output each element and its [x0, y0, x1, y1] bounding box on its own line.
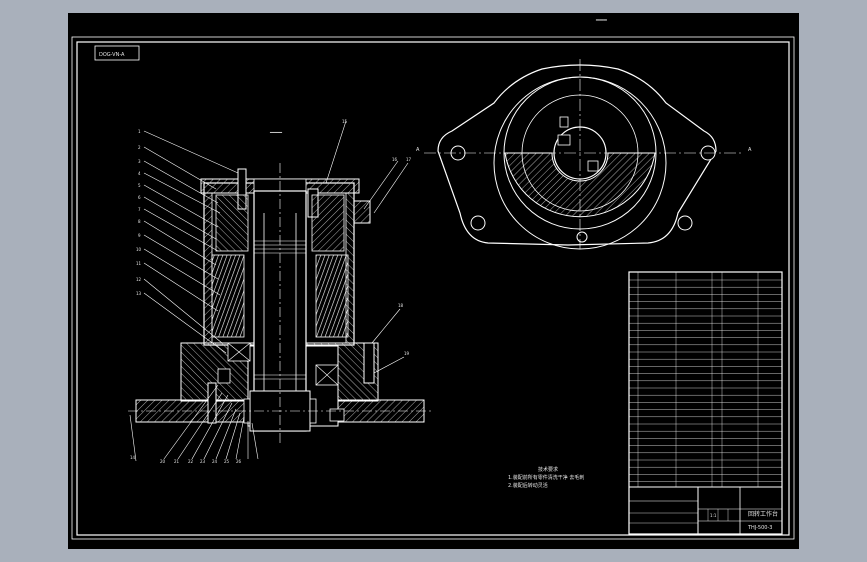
- part-number: 16: [392, 157, 398, 162]
- part-number: 21: [174, 459, 180, 464]
- sheet-outer-frame: [71, 36, 795, 540]
- plan-view: A A: [416, 59, 752, 250]
- part-number: 1: [138, 129, 141, 134]
- part-number: 20: [160, 459, 166, 464]
- part-number: 23: [200, 459, 206, 464]
- part-number: 7: [138, 207, 141, 212]
- title-block: [628, 271, 783, 535]
- part-number: 25: [224, 459, 230, 464]
- part-number: 19: [404, 351, 410, 356]
- scale-mark: ━━━━: [269, 130, 283, 136]
- code-box-text: DOG-VN-A: [99, 52, 125, 58]
- part-number: 9: [138, 233, 141, 238]
- spring-right: [315, 254, 349, 338]
- part-number: 10: [136, 247, 142, 252]
- part-number: 3: [138, 159, 141, 164]
- part-number: 2: [138, 145, 141, 150]
- sleeve-right: [311, 194, 345, 252]
- sleeve-left: [215, 194, 249, 252]
- plan-hole-br: [677, 215, 693, 231]
- part-number: 18: [398, 303, 404, 308]
- part-number: 15: [342, 119, 348, 124]
- scale-value: 1:1: [710, 513, 717, 518]
- section-mark-left: A: [416, 147, 420, 153]
- notes-heading: 技术要求: [538, 466, 558, 473]
- notes-line2: 2.装配后转动灵活: [508, 482, 548, 489]
- part-number: 22: [188, 459, 194, 464]
- top-right-marker: ━━━: [595, 17, 607, 24]
- assembly-drawing: DOG-VN-A ━━━ ━━━━ 1 2 3 4 5 6 7 8 9 10 1…: [71, 17, 795, 540]
- base-bolt-right: [363, 342, 375, 384]
- part-number: 17: [406, 157, 412, 162]
- part-number: 8: [138, 219, 141, 224]
- part-number: 11: [136, 261, 142, 266]
- plan-hole-bottom: [576, 231, 588, 243]
- part-number: 4: [138, 171, 141, 176]
- part-number: 6: [138, 195, 141, 200]
- drawing-title: 回转工作台: [748, 510, 778, 518]
- part-number: 24: [212, 459, 218, 464]
- technical-notes: 技术要求 1.装配前所有零件清洗干净 去毛刺 2.装配后转动灵活: [508, 466, 584, 489]
- drawing-number: THJ-500-3: [747, 525, 772, 531]
- housing-wall-left: [203, 192, 213, 344]
- part-number: 5: [138, 183, 141, 188]
- cad-viewport[interactable]: DOG-VN-A ━━━ ━━━━ 1 2 3 4 5 6 7 8 9 10 1…: [68, 13, 799, 549]
- notes-line1: 1.装配前所有零件清洗干净 去毛刺: [508, 474, 584, 481]
- part-number: 12: [136, 277, 142, 282]
- section-view: [128, 163, 433, 443]
- section-mark-right: A: [748, 147, 752, 153]
- plan-hole-bl: [470, 215, 486, 231]
- part-number: 14: [130, 455, 136, 460]
- part-number: 13: [136, 291, 142, 296]
- spring-left: [211, 254, 245, 338]
- part-number: 26: [236, 459, 242, 464]
